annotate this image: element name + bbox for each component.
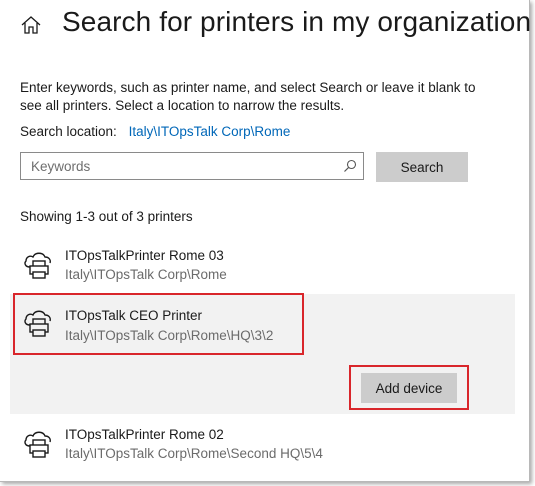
printer-location: Italy\ITOpsTalk Corp\Rome (65, 267, 227, 282)
add-device-button[interactable]: Add device (361, 373, 457, 403)
search-button[interactable]: Search (376, 152, 468, 182)
home-icon[interactable] (20, 14, 42, 36)
printer-location: Italy\ITOpsTalk Corp\Rome\Second HQ\5\4 (65, 446, 323, 461)
printer-name: ITOpsTalk CEO Printer (65, 308, 203, 323)
keywords-input[interactable] (21, 153, 351, 179)
search-location-link[interactable]: Italy\ITOpsTalk Corp\Rome (129, 124, 291, 139)
search-location-row: Search location: Italy\ITOpsTalk Corp\Ro… (20, 124, 290, 139)
printer-name: ITOpsTalkPrinter Rome 02 (65, 427, 224, 442)
network-printer-icon (24, 252, 51, 279)
keywords-search-box (20, 152, 364, 180)
printer-location: Italy\ITOpsTalk Corp\Rome\HQ\3\2 (65, 328, 274, 343)
printer-name: ITOpsTalkPrinter Rome 03 (65, 248, 224, 263)
printer-list-item[interactable]: ITOpsTalkPrinter Rome 02 Italy\ITOpsTalk… (10, 418, 515, 468)
printer-search-panel: Search for printers in my organization E… (0, 0, 532, 482)
printer-list-item[interactable]: ITOpsTalkPrinter Rome 03 Italy\ITOpsTalk… (10, 240, 515, 290)
instructions-text: Enter keywords, such as printer name, an… (20, 80, 476, 113)
search-icon[interactable] (343, 159, 357, 173)
results-summary: Showing 1-3 out of 3 printers (20, 209, 193, 224)
search-location-label: Search location: (20, 124, 117, 139)
network-printer-icon (24, 310, 51, 337)
page-title: Search for printers in my organization (62, 6, 532, 37)
network-printer-icon (24, 431, 51, 458)
